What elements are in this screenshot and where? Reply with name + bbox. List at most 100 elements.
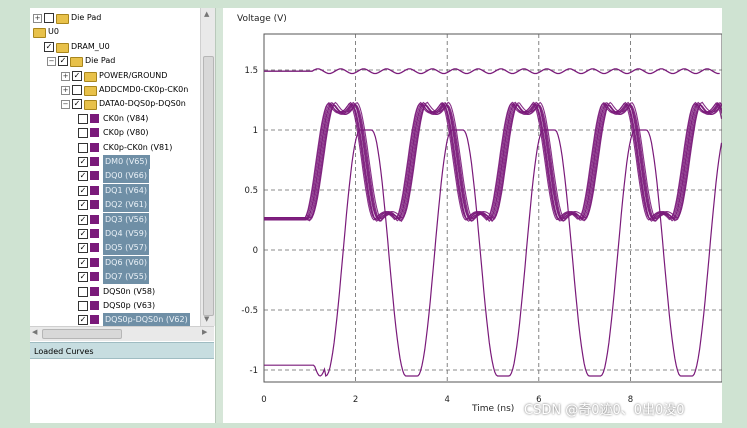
scroll-up-icon[interactable]: ▲ — [204, 10, 209, 18]
tree-item[interactable]: + ✓ POWER/GROUND — [30, 69, 200, 83]
tree-item-label: DRAM_U0 — [71, 41, 110, 51]
curve-color-swatch — [90, 243, 99, 253]
tree-item[interactable]: − ✓ Die Pad — [30, 54, 200, 68]
tree-item[interactable]: CK0p (V80) — [30, 126, 200, 140]
tree-item[interactable]: ✓ DRAM_U0 — [30, 40, 200, 54]
tree-item-checkbox[interactable]: ✓ — [78, 272, 88, 283]
curve-color-swatch — [90, 272, 99, 282]
tree-item-checkbox[interactable]: ✓ — [72, 70, 82, 81]
collapse-icon[interactable]: − — [47, 57, 56, 67]
expand-icon[interactable]: + — [61, 71, 70, 81]
tree-item-checkbox[interactable]: ✓ — [78, 185, 88, 196]
tree-item-checkbox[interactable]: ✓ — [58, 56, 68, 67]
tree-item-label: CK0n (V84) — [103, 113, 149, 123]
curve-color-swatch — [90, 128, 99, 138]
tree-item[interactable]: ✓ DQ2 (V61) — [30, 198, 200, 213]
tree-item-label: DQS0n (V58) — [103, 286, 156, 296]
x-tick-label: 0 — [261, 395, 266, 405]
tree-item[interactable]: ✓ DQ6 (V60) — [30, 255, 200, 270]
tree-horizontal-scrollbar[interactable]: ◀ ▶ — [30, 326, 214, 341]
tree-item[interactable]: + ADDCMD0-CK0p-CK0n — [30, 83, 200, 97]
tree-item[interactable]: CK0n (V84) — [30, 112, 200, 126]
tree-item-checkbox[interactable]: ✓ — [78, 171, 88, 182]
tree-item[interactable]: ✓ DQ4 (V59) — [30, 227, 200, 241]
tree-item-label: ADDCMD0-CK0p-CK0n — [99, 85, 189, 94]
folder-icon — [84, 71, 97, 82]
x-tick-label: 2 — [353, 395, 358, 405]
tree-item[interactable]: DQS0p (V63) — [30, 299, 200, 313]
scroll-right-icon[interactable]: ▶ — [202, 328, 207, 336]
tree-item[interactable]: ✓ DQ5 (V57) — [30, 241, 200, 256]
tree-item[interactable]: U0 — [30, 25, 200, 39]
folder-icon — [33, 28, 46, 39]
vertical-scroll-thumb[interactable] — [203, 56, 214, 316]
watermark: CSDN @奇0迹0、0出0没0 — [524, 403, 685, 418]
folder-icon — [70, 57, 83, 68]
curve-color-swatch — [90, 301, 99, 310]
curve-color-swatch — [90, 257, 99, 267]
tree-item[interactable]: ✓ DQS0p-DQS0n (V62) — [30, 313, 200, 326]
folder-icon — [84, 86, 97, 96]
tree-item-label: DQ3 (V56) — [103, 212, 149, 227]
tree-item[interactable]: ✓ DQ3 (V56) — [30, 212, 200, 227]
tree-item[interactable]: − ✓ DATA0-DQS0p-DQS0n — [30, 97, 200, 111]
waveform-chart: 1.510.50-0.5-10 2 4 6 8 — [241, 33, 723, 405]
x-tick-label: 4 — [444, 395, 449, 405]
y-tick-label: 1 — [253, 126, 258, 136]
series-dqs-diff — [264, 129, 723, 378]
tree-item-checkbox[interactable]: ✓ — [44, 41, 54, 52]
tree-item[interactable]: + Die Pad — [30, 11, 200, 25]
curve-color-swatch — [90, 171, 99, 181]
scroll-left-icon[interactable]: ◀ — [32, 328, 37, 336]
curve-color-swatch — [90, 142, 99, 152]
tree-item-label: CK0p (V80) — [103, 128, 149, 138]
tree-item[interactable]: ✓ DQ0 (V66) — [30, 169, 200, 184]
tree-item-checkbox[interactable] — [78, 286, 88, 297]
tree-item[interactable]: ✓ DM0 (V65) — [30, 155, 200, 169]
loaded-curves-tab[interactable]: Loaded Curves — [30, 342, 214, 359]
tree-item-checkbox[interactable] — [78, 142, 88, 153]
tree-item-checkbox[interactable] — [78, 113, 88, 124]
tree-item-checkbox[interactable]: ✓ — [72, 99, 82, 110]
tree-item-checkbox[interactable]: ✓ — [78, 229, 88, 239]
curve-color-swatch — [90, 214, 99, 224]
curve-color-swatch — [90, 286, 99, 296]
tree-item-checkbox[interactable] — [78, 128, 88, 139]
expand-icon[interactable]: + — [61, 86, 70, 95]
horizontal-scroll-thumb[interactable] — [42, 329, 122, 339]
tree-item-checkbox[interactable]: ✓ — [78, 157, 88, 167]
tree-item-checkbox[interactable] — [44, 13, 54, 23]
collapse-icon[interactable]: − — [61, 100, 70, 110]
y-tick-label: 0.5 — [244, 186, 258, 196]
tree-item-label: Die Pad — [71, 13, 102, 22]
tree-vertical-scrollbar[interactable]: ▲ ▼ — [200, 8, 215, 326]
tree-item[interactable]: ✓ DQ7 (V55) — [30, 270, 200, 285]
folder-icon — [56, 14, 69, 24]
tree-item-label: DM0 (V65) — [103, 155, 150, 169]
curve-color-swatch — [90, 315, 99, 325]
folder-icon — [56, 42, 69, 53]
y-tick-label: 1.5 — [244, 66, 258, 76]
scroll-down-icon[interactable]: ▼ — [204, 315, 209, 323]
tree-item-label: CK0p-CK0n (V81) — [103, 142, 173, 152]
folder-icon — [84, 100, 97, 111]
tree-item[interactable]: ✓ DQ1 (V64) — [30, 183, 200, 198]
tree-item[interactable]: CK0p-CK0n (V81) — [30, 141, 200, 155]
tree-item-checkbox[interactable]: ✓ — [78, 200, 88, 211]
curve-color-swatch — [90, 229, 99, 238]
tree-item-checkbox[interactable]: ✓ — [78, 315, 88, 326]
tree-item-checkbox[interactable] — [78, 301, 88, 311]
tree-item-label: U0 — [48, 27, 59, 37]
y-axis-title: Voltage (V) — [237, 14, 287, 24]
tree-item-label: DQ1 (V64) — [103, 183, 149, 198]
y-tick-label: -0.5 — [241, 306, 258, 316]
tree-item-checkbox[interactable]: ✓ — [78, 214, 88, 225]
tree-item-checkbox[interactable]: ✓ — [78, 257, 88, 268]
tree-item-label: DQ5 (V57) — [103, 241, 149, 256]
tree-item-checkbox[interactable]: ✓ — [78, 243, 88, 254]
tree-item-checkbox[interactable] — [72, 85, 82, 95]
tree-item-label: DQS0p-DQS0n (V62) — [103, 313, 190, 326]
tree-item-label: DQ7 (V55) — [103, 270, 149, 285]
tree-item[interactable]: DQS0n (V58) — [30, 285, 200, 299]
expand-icon[interactable]: + — [33, 14, 42, 23]
